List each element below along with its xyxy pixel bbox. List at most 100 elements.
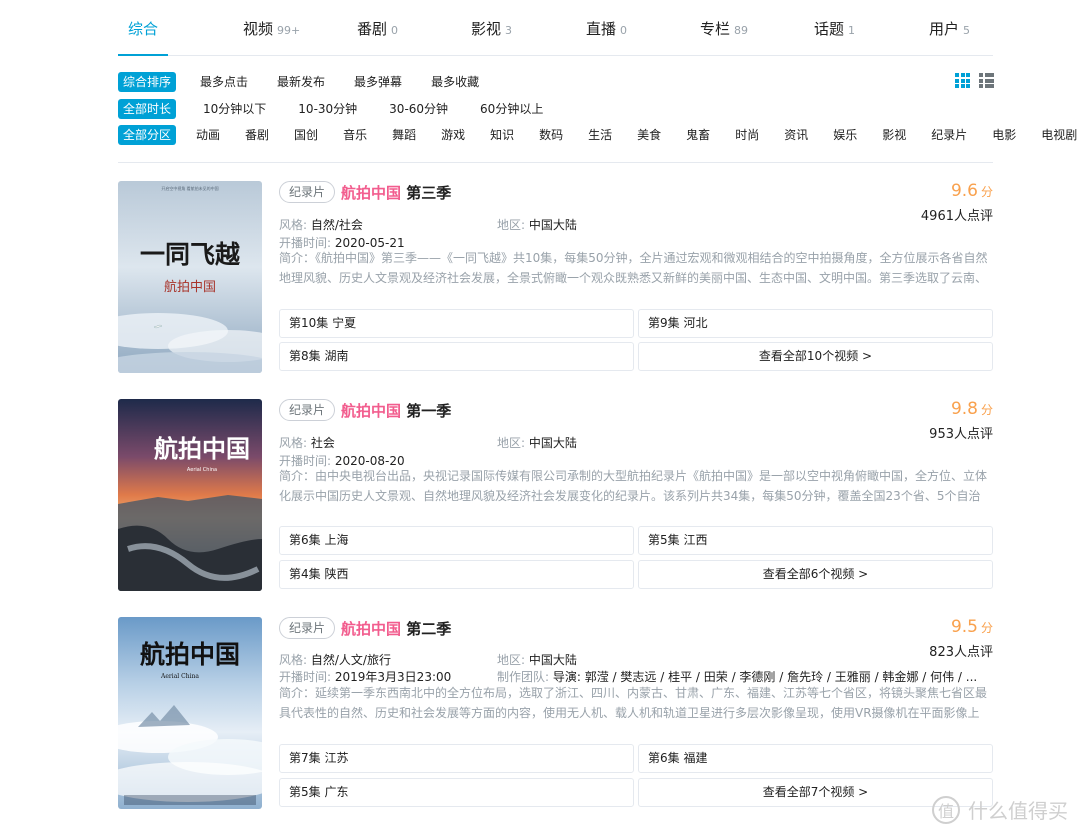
zone-option[interactable]: 生活 — [583, 125, 617, 145]
tab-count: 5 — [963, 24, 971, 37]
result-title[interactable]: 航拍中国 第三季 — [341, 182, 451, 203]
zone-option[interactable]: 音乐 — [338, 125, 372, 145]
tab-label: 用户 — [929, 20, 960, 38]
region-meta: 地区: 中国大陆 — [497, 651, 577, 668]
score-value: 9.8 — [950, 399, 978, 419]
order-option[interactable]: 最多弹幕 — [349, 72, 407, 92]
tab-bangumi[interactable]: 番剧 0 — [357, 18, 398, 56]
type-badge: 纪录片 — [279, 181, 336, 203]
order-option[interactable]: 最新发布 — [272, 72, 330, 92]
meta-value: 自然/人文/旅行 — [310, 653, 391, 667]
tab-label: 专栏 — [700, 20, 731, 38]
meta-label: 风格: — [279, 218, 308, 232]
score-value: 9.5 — [950, 617, 978, 637]
grid-view-icon[interactable] — [955, 73, 970, 88]
order-option[interactable]: 最多收藏 — [426, 72, 484, 92]
zone-option[interactable]: 数码 — [534, 125, 568, 145]
title-rest: 第二季 — [401, 620, 452, 638]
poster-image[interactable]: 开启空中视角 看航拍未见的中国 一同飞越 航拍中国 — [118, 181, 262, 373]
title-highlight: 航拍中国 — [341, 402, 402, 420]
episode-link[interactable]: 第6集 上海 — [279, 526, 634, 555]
tab-topic[interactable]: 话题 1 — [814, 18, 855, 56]
view-all-button[interactable]: 查看全部6个视频 > — [638, 560, 993, 589]
tab-count: 3 — [505, 24, 513, 37]
poster-title: 航拍中国 — [154, 434, 250, 463]
description: 简介：由中央电视台出品，央视记录国际传媒有限公司承制的大型航拍纪录片《航拍中国》… — [279, 469, 988, 503]
meta-value: 社会 — [310, 436, 335, 450]
zone-option[interactable]: 电视剧 — [1036, 125, 1080, 145]
zone-option[interactable]: 电影 — [987, 125, 1021, 145]
meta-label: 风格: — [279, 436, 308, 450]
episode-link[interactable]: 第6集 福建 — [638, 744, 993, 773]
tab-live[interactable]: 直播 0 — [586, 18, 627, 56]
poster-title: 一同飞越 — [140, 240, 241, 269]
score-unit: 分 — [980, 621, 993, 635]
order-option[interactable]: 综合排序 — [118, 72, 177, 92]
zone-option[interactable]: 舞蹈 — [387, 125, 421, 145]
poster-logo: 航拍中国 — [164, 279, 216, 295]
zone-option[interactable]: 国创 — [289, 125, 323, 145]
tab-count: 0 — [620, 24, 628, 37]
zone-option[interactable]: 鬼畜 — [681, 125, 715, 145]
result-title[interactable]: 航拍中国 第一季 — [341, 400, 451, 421]
tab-video[interactable]: 视频 99+ — [243, 18, 300, 56]
tab-user[interactable]: 用户 5 — [929, 18, 970, 56]
title-rest: 第三季 — [401, 184, 452, 202]
episode-link[interactable]: 第9集 河北 — [638, 309, 993, 338]
meta-label: 风格: — [279, 653, 308, 667]
duration-option[interactable]: 全部时长 — [118, 99, 177, 119]
search-tabs: 综合 视频 99+ 番剧 0 影视 3 直播 0 专栏 89 话题 1 用户 5 — [118, 0, 993, 56]
zone-option[interactable]: 时尚 — [730, 125, 764, 145]
episode-link[interactable]: 第7集 江苏 — [279, 744, 634, 773]
zone-option[interactable]: 纪录片 — [926, 125, 972, 145]
duration-option[interactable]: 10分钟以下 — [198, 99, 271, 119]
type-badge: 纪录片 — [279, 399, 336, 421]
episode-link[interactable]: 第4集 陕西 — [279, 560, 634, 589]
description: 简介：《航拍中国》第三季——《一同飞越》共10集，每集50分钟，全片通过宏观和微… — [279, 251, 988, 285]
duration-option[interactable]: 60分钟以上 — [475, 99, 548, 119]
result-title[interactable]: 航拍中国 第二季 — [341, 618, 451, 639]
list-view-icon[interactable] — [979, 73, 994, 88]
description: 简介：延续第一季东西南北中的全方位布局，选取了浙江、四川、内蒙古、甘肃、广东、福… — [279, 686, 988, 720]
zone-option[interactable]: 动画 — [191, 125, 225, 145]
style-meta: 风格: 社会 — [279, 434, 335, 451]
poster-subtitle: Aerial China — [187, 467, 217, 473]
episode-link[interactable]: 第5集 江西 — [638, 526, 993, 555]
zone-option[interactable]: 娱乐 — [828, 125, 862, 145]
title-rest: 第一季 — [401, 402, 452, 420]
zone-option[interactable]: 游戏 — [436, 125, 470, 145]
meta-value: 导演: 郭滢 / 樊志远 / 桂平 / 田荣 / 李德刚 / 詹先玲 / 王雅丽… — [552, 670, 978, 684]
order-filter: 综合排序 最多点击 最新发布 最多弹幕 最多收藏 — [118, 72, 503, 92]
duration-option[interactable]: 30-60分钟 — [384, 99, 453, 119]
meta-value: 中国大陆 — [528, 436, 577, 450]
poster-image[interactable]: 航拍中国 Aerial China — [118, 617, 262, 809]
tab-count: 89 — [734, 24, 749, 37]
zone-option[interactable]: 全部分区 — [118, 125, 177, 145]
watermark-text: 什么值得买 — [968, 799, 1068, 823]
duration-option[interactable]: 10-30分钟 — [293, 99, 362, 119]
tab-label: 影视 — [471, 20, 502, 38]
episode-link[interactable]: 第5集 广东 — [279, 778, 634, 807]
tab-label: 话题 — [814, 20, 845, 38]
meta-value: 2019年3月3日23:00 — [334, 670, 452, 684]
zone-option[interactable]: 知识 — [485, 125, 519, 145]
zone-option[interactable]: 影视 — [877, 125, 911, 145]
type-badge: 纪录片 — [279, 617, 336, 639]
view-all-button[interactable]: 查看全部10个视频 > — [638, 342, 993, 371]
style-meta: 风格: 自然/社会 — [279, 216, 363, 233]
tab-film[interactable]: 影视 3 — [471, 18, 512, 56]
tab-all[interactable]: 综合 — [118, 18, 169, 56]
score: 9.5 分 — [951, 617, 993, 637]
episode-link[interactable]: 第8集 湖南 — [279, 342, 634, 371]
episode-link[interactable]: 第10集 宁夏 — [279, 309, 634, 338]
result-card: 航拍中国 Aerial China 纪录片 航拍中国 第二季 9.5 分 823人… — [118, 617, 993, 809]
tab-article[interactable]: 专栏 89 — [700, 18, 748, 56]
order-option[interactable]: 最多点击 — [195, 72, 253, 92]
zone-option[interactable]: 美食 — [632, 125, 666, 145]
zone-option[interactable]: 资讯 — [779, 125, 813, 145]
watermark-logo-icon: 值 — [932, 795, 960, 824]
meta-value: 自然/社会 — [310, 218, 363, 232]
poster-image[interactable]: 航拍中国 Aerial China — [118, 399, 262, 591]
zone-option[interactable]: 番剧 — [240, 125, 274, 145]
score-unit: 分 — [980, 185, 993, 199]
